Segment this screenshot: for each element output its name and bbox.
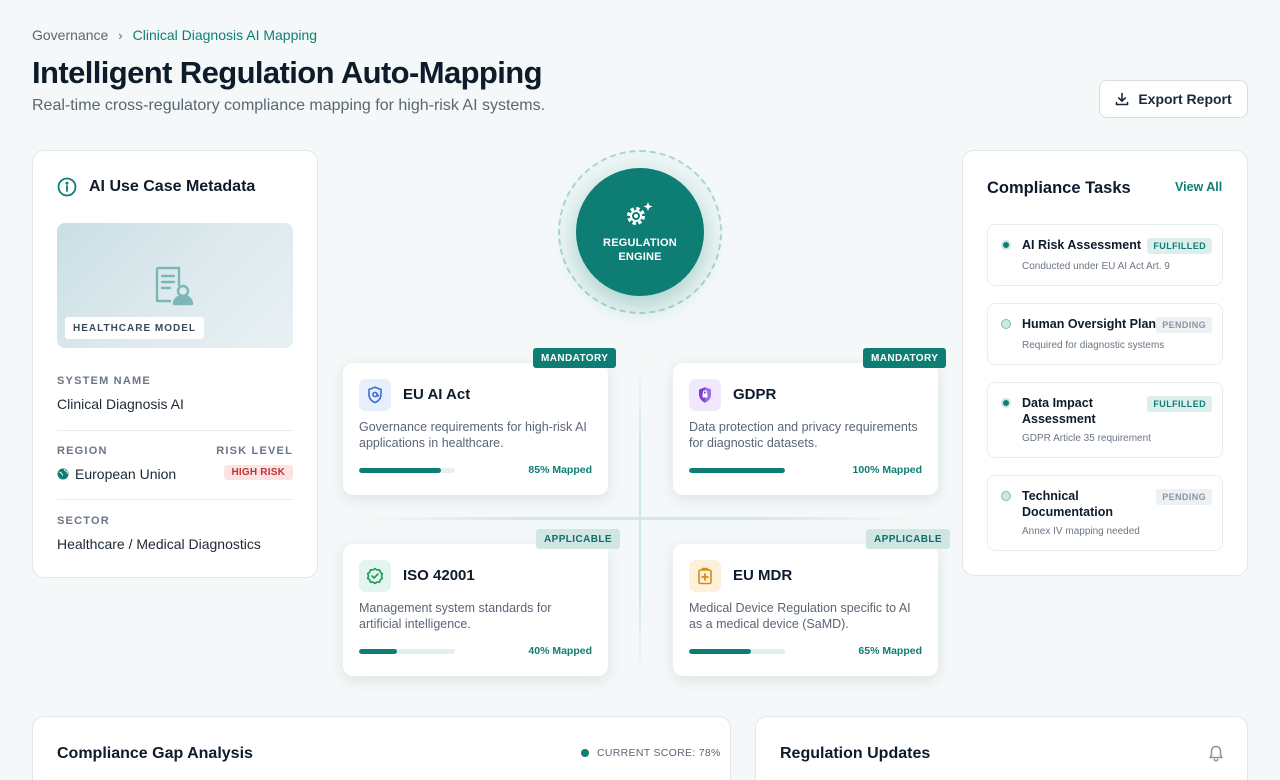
sector-value: Healthcare / Medical Diagnostics xyxy=(57,536,261,552)
regulation-card-iso-42001[interactable]: ISO 42001 Management system standards fo… xyxy=(343,544,608,676)
connector-horizontal xyxy=(360,517,920,520)
task-status-badge: FULFILLED xyxy=(1147,238,1212,254)
task-status-badge: PENDING xyxy=(1156,489,1212,505)
healthcare-model-tag: HEALTHCARE MODEL xyxy=(65,317,205,339)
medical-record-icon xyxy=(155,266,194,306)
mapping-progress-fill xyxy=(359,468,441,473)
tasks-title: Compliance Tasks xyxy=(987,179,1131,197)
mapping-progress-fill xyxy=(689,649,752,654)
high-risk-badge: HIGH RISK xyxy=(223,465,293,480)
status-dot xyxy=(1001,319,1011,329)
task-status-badge: PENDING xyxy=(1156,317,1212,333)
mapping-progress-bar xyxy=(359,468,455,473)
export-report-button[interactable]: Export Report xyxy=(1099,80,1248,118)
mapping-percent: 40% Mapped xyxy=(528,645,592,657)
regulation-title: ISO 42001 xyxy=(403,567,475,584)
download-icon xyxy=(1116,92,1129,106)
privacy-shield-icon xyxy=(689,379,721,411)
view-all-link[interactable]: View All xyxy=(1175,180,1222,194)
engine-label-line2: ENGINE xyxy=(618,251,662,263)
task-title: Human Oversight Plan xyxy=(1022,317,1157,331)
regulation-title: GDPR xyxy=(733,386,777,403)
status-dot xyxy=(1001,240,1011,250)
page-subtitle: Real-time cross-regulatory compliance ma… xyxy=(32,97,546,114)
verified-badge-icon xyxy=(359,560,391,592)
current-score: CURRENT SCORE: 78% xyxy=(581,747,721,759)
mandatory-badge: MANDATORY xyxy=(863,348,947,368)
breadcrumb-separator-icon: › xyxy=(118,27,123,43)
connector-vertical xyxy=(639,360,641,680)
regulation-card-eu-mdr[interactable]: EU MDR Medical Device Regulation specifi… xyxy=(673,544,938,676)
divider xyxy=(57,499,293,500)
task-title: Technical Documentation xyxy=(1022,489,1113,519)
compliance-tasks-card: Compliance Tasks View All AI Risk Assess… xyxy=(962,150,1248,576)
engine-label-line1: REGULATION xyxy=(603,237,677,249)
task-item[interactable]: AI Risk Assessment FULFILLED Conducted u… xyxy=(987,224,1223,286)
status-dot xyxy=(1001,398,1011,408)
model-image: HEALTHCARE MODEL xyxy=(57,223,293,348)
applicable-badge: APPLICABLE xyxy=(866,529,950,549)
info-icon xyxy=(57,177,77,197)
task-subtitle: GDPR Article 35 requirement xyxy=(1022,433,1151,444)
task-item[interactable]: Human Oversight Plan PENDING Required fo… xyxy=(987,303,1223,365)
regulation-updates-card: Regulation Updates xyxy=(755,716,1248,780)
region-label: REGION xyxy=(57,445,108,457)
risk-level-label: RISK LEVEL xyxy=(216,445,293,457)
mapping-progress-bar xyxy=(359,649,455,654)
mandatory-badge: MANDATORY xyxy=(533,348,617,368)
metadata-header: AI Use Case Metadata xyxy=(57,177,255,197)
gear-sparkle-icon xyxy=(627,202,653,225)
regulation-description: Management system standards for artifici… xyxy=(359,601,552,631)
breadcrumb-current: Clinical Diagnosis AI Mapping xyxy=(132,27,318,43)
task-item[interactable]: Data Impact Assessment FULFILLED GDPR Ar… xyxy=(987,382,1223,458)
page-title: Intelligent Regulation Auto-Mapping xyxy=(32,55,543,90)
mapping-progress-fill xyxy=(359,649,398,654)
sector-label: SECTOR xyxy=(57,515,110,527)
task-item[interactable]: Technical Documentation PENDING Annex IV… xyxy=(987,475,1223,551)
task-subtitle: Required for diagnostic systems xyxy=(1022,340,1165,351)
regulation-description: Data protection and privacy requirements… xyxy=(689,420,918,450)
regulation-description: Governance requirements for high-risk AI… xyxy=(359,420,587,450)
mapping-progress-bar xyxy=(689,468,785,473)
status-dot xyxy=(1001,491,1011,501)
metadata-card: AI Use Case Metadata HEALTHCARE MODEL SY… xyxy=(32,150,318,578)
metadata-title: AI Use Case Metadata xyxy=(89,178,256,195)
bell-icon[interactable] xyxy=(1208,745,1224,762)
applicable-badge: APPLICABLE xyxy=(536,529,620,549)
region-value: European Union xyxy=(57,466,176,482)
regulation-card-gdpr[interactable]: GDPR Data protection and privacy require… xyxy=(673,363,938,495)
globe-icon xyxy=(57,468,69,480)
mapping-percent: 85% Mapped xyxy=(528,464,592,476)
region-text: European Union xyxy=(75,466,177,482)
task-status-badge: FULFILLED xyxy=(1147,396,1212,412)
shield-icon xyxy=(359,379,391,411)
system-name-value: Clinical Diagnosis AI xyxy=(57,396,184,412)
risk-level-value: HIGH RISK xyxy=(223,462,293,480)
task-title: Data Impact Assessment xyxy=(1022,396,1096,426)
regulation-title: EU MDR xyxy=(733,567,793,584)
mapping-progress-fill xyxy=(689,468,785,473)
current-score-text: CURRENT SCORE: 78% xyxy=(597,747,721,759)
regulation-description: Medical Device Regulation specific to AI… xyxy=(689,601,911,631)
system-name-label: SYSTEM NAME xyxy=(57,375,151,387)
task-subtitle: Conducted under EU AI Act Art. 9 xyxy=(1022,261,1170,272)
regulation-card-eu-ai-act[interactable]: EU AI Act Governance requirements for hi… xyxy=(343,363,608,495)
score-dot xyxy=(581,749,589,757)
regulation-title: EU AI Act xyxy=(403,386,471,403)
mapping-percent: 65% Mapped xyxy=(858,645,922,657)
mapping-percent: 100% Mapped xyxy=(852,464,922,476)
regulation-engine-button[interactable]: REGULATION ENGINE xyxy=(576,168,704,296)
export-report-label: Export Report xyxy=(1138,91,1232,107)
gap-analysis-card: Compliance Gap Analysis CURRENT SCORE: 7… xyxy=(32,716,731,780)
regulation-updates-title: Regulation Updates xyxy=(780,745,931,762)
engine-label: REGULATION ENGINE xyxy=(603,236,677,264)
medical-device-icon xyxy=(689,560,721,592)
breadcrumb: Governance › Clinical Diagnosis AI Mappi… xyxy=(32,27,317,43)
mapping-progress-bar xyxy=(689,649,785,654)
task-title: AI Risk Assessment xyxy=(1022,238,1142,252)
gap-analysis-title: Compliance Gap Analysis xyxy=(57,745,253,762)
breadcrumb-root[interactable]: Governance xyxy=(32,27,108,43)
divider xyxy=(57,430,293,431)
task-subtitle: Annex IV mapping needed xyxy=(1022,526,1140,537)
